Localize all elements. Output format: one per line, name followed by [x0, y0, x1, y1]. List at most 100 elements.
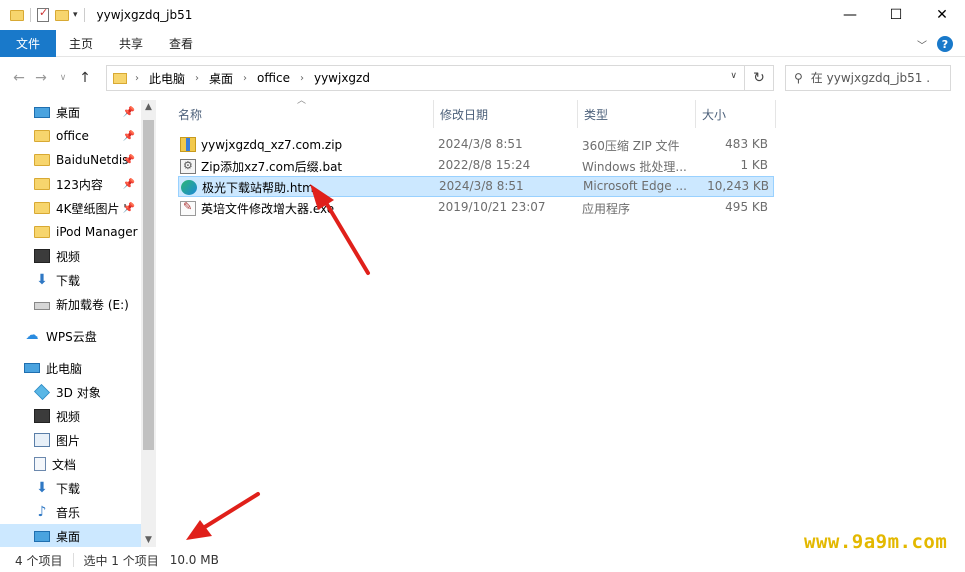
nav-item-label: 新加载卷 (E:)	[56, 297, 129, 312]
nav-item-4k-wallpaper[interactable]: 4K壁纸图片 ' 📌	[0, 196, 141, 220]
folder-icon[interactable]	[10, 9, 24, 21]
nav-item-downloads-quick[interactable]: ⬇ 下载	[0, 268, 141, 292]
edge-html-icon	[181, 180, 197, 195]
tab-file[interactable]: 文件	[0, 29, 57, 57]
address-history-icon[interactable]: ∨	[730, 71, 737, 81]
refresh-button[interactable]: ↻	[744, 65, 774, 91]
nav-item-videos[interactable]: 视频	[0, 404, 141, 428]
file-row-selected[interactable]: 极光下载站帮助.htm 2024/3/8 8:51 Microsoft Edge…	[178, 176, 774, 197]
properties-icon[interactable]	[37, 6, 49, 22]
file-name: 极光下载站帮助.htm	[202, 181, 314, 195]
desktop-icon	[34, 530, 50, 542]
file-row[interactable]: 英培文件修改增大器.exe 2019/10/21 23:07 应用程序 495 …	[178, 197, 774, 218]
column-header-date[interactable]: 修改日期	[434, 100, 578, 128]
search-box[interactable]: ⚲	[785, 65, 951, 91]
nav-item-label: 视频	[56, 249, 81, 264]
search-input[interactable]	[810, 71, 931, 85]
chevron-right-icon[interactable]: ›	[195, 73, 199, 84]
nav-scrollbar[interactable]: ▲ ▼	[141, 100, 156, 547]
up-icon[interactable]: ↑	[74, 70, 96, 86]
toolbar-divider	[30, 8, 31, 22]
maximize-button[interactable]: ☐	[873, 0, 919, 30]
nav-item-label: 图片	[56, 433, 81, 448]
file-size: 483 KB	[725, 137, 768, 151]
nav-item-label: 4K壁纸图片 '	[56, 201, 127, 216]
recent-locations-icon[interactable]: ∨	[52, 73, 74, 83]
search-icon: ⚲	[794, 71, 803, 85]
nav-item-pictures[interactable]: 图片	[0, 428, 141, 452]
scroll-down-icon[interactable]: ▼	[141, 535, 156, 545]
nav-item-this-pc[interactable]: 此电脑	[0, 356, 141, 380]
column-header-name[interactable]: 名称	[172, 100, 434, 128]
scrollbar-thumb[interactable]	[143, 120, 154, 450]
zip-archive-icon	[180, 137, 196, 152]
nav-item-wps-cloud[interactable]: ☁ WPS云盘	[0, 324, 141, 348]
file-explorer-window: ▾ yywjxgzdq_jb51 — ☐ ✕ 文件 主页 共享 查看 ﹀ ? ←…	[0, 0, 965, 572]
nav-item-office[interactable]: office 📌	[0, 124, 141, 148]
column-header-type[interactable]: 类型	[578, 100, 696, 128]
file-row[interactable]: yywjxgzdq_xz7.com.zip 2024/3/8 8:51 360压…	[178, 134, 774, 155]
nav-item-desktop[interactable]: 桌面	[0, 524, 141, 547]
folder-icon	[34, 226, 50, 238]
nav-item-label: BaiduNetdis	[56, 153, 129, 167]
tab-view[interactable]: 查看	[156, 30, 206, 57]
new-folder-icon[interactable]	[55, 9, 69, 21]
breadcrumb-current[interactable]: yywjxgzd	[314, 71, 370, 85]
pin-icon: 📌	[122, 130, 135, 142]
nav-item-label: 此电脑	[46, 361, 83, 376]
tab-share[interactable]: 共享	[106, 30, 156, 57]
nav-item-123[interactable]: 123内容 📌	[0, 172, 141, 196]
customize-toolbar-icon[interactable]: ▾	[73, 10, 78, 20]
breadcrumb-desktop[interactable]: 桌面	[209, 70, 233, 87]
status-divider	[73, 553, 75, 567]
nav-item-baidunetdisk[interactable]: BaiduNetdis 📌	[0, 148, 141, 172]
pictures-icon	[34, 433, 50, 447]
chevron-right-icon[interactable]: ›	[243, 73, 247, 84]
window-title: yywjxgzdq_jb51	[96, 8, 193, 22]
folder-icon	[34, 130, 50, 142]
back-icon[interactable]: ←	[8, 70, 30, 86]
pin-icon: 📌	[122, 154, 135, 166]
expand-ribbon-icon[interactable]: ﹀	[917, 37, 927, 52]
nav-item-videos-quick[interactable]: 视频	[0, 244, 141, 268]
selected-size: 10.0 MB	[169, 553, 219, 567]
nav-item-downloads[interactable]: ⬇ 下载	[0, 476, 141, 500]
item-count: 4 个项目	[15, 553, 63, 568]
scroll-up-icon[interactable]: ▲	[141, 102, 156, 112]
file-date: 2024/3/8 8:51	[438, 137, 523, 151]
address-bar[interactable]: › 此电脑 › 桌面 › office › yywjxgzd ∨	[106, 65, 774, 91]
drive-icon	[34, 302, 50, 310]
nav-item-label: 下载	[56, 273, 81, 288]
forward-icon[interactable]: →	[30, 70, 52, 86]
chevron-right-icon[interactable]: ›	[300, 73, 304, 84]
nav-item-desktop-pinned[interactable]: 桌面 📌	[0, 100, 141, 124]
help-icon[interactable]: ?	[937, 36, 953, 52]
documents-icon	[34, 457, 46, 471]
tab-home[interactable]: 主页	[56, 30, 106, 57]
navigation-pane: 桌面 📌 office 📌 BaiduNetdis 📌 123内容 📌 4K壁纸…	[0, 100, 156, 547]
chevron-right-icon[interactable]: ›	[135, 73, 139, 84]
title-bar: ▾ yywjxgzdq_jb51 — ☐ ✕	[0, 0, 965, 30]
column-header-size[interactable]: 大小	[696, 100, 776, 128]
nav-item-drive-e[interactable]: 新加载卷 (E:)	[0, 292, 141, 316]
minimize-button[interactable]: —	[827, 0, 873, 30]
arrow-to-status-bar	[186, 492, 260, 540]
nav-item-ipod-manager[interactable]: iPod Manager	[0, 220, 141, 244]
file-date: 2019/10/21 23:07	[438, 200, 546, 214]
download-icon: ⬇	[36, 272, 48, 288]
breadcrumb-office[interactable]: office	[257, 71, 290, 85]
nav-item-music[interactable]: ♪ 音乐	[0, 500, 141, 524]
file-type: Windows 批处理...	[582, 160, 687, 174]
file-type: Microsoft Edge ...	[583, 179, 687, 193]
address-row: ← → ∨ ↑ › 此电脑 › 桌面 › office › yywjxgzd ∨…	[0, 62, 965, 94]
nav-item-label: WPS云盘	[46, 329, 97, 344]
video-icon	[34, 409, 50, 423]
close-button[interactable]: ✕	[919, 0, 965, 30]
nav-item-documents[interactable]: 文档	[0, 452, 141, 476]
nav-item-label: iPod Manager	[56, 225, 138, 239]
folder-icon	[34, 202, 50, 214]
computer-icon	[24, 363, 40, 373]
file-row[interactable]: Zip添加xz7.com后缀.bat 2022/8/8 15:24 Window…	[178, 155, 774, 176]
breadcrumb-this-pc[interactable]: 此电脑	[149, 70, 185, 87]
nav-item-3d-objects[interactable]: 3D 对象	[0, 380, 141, 404]
